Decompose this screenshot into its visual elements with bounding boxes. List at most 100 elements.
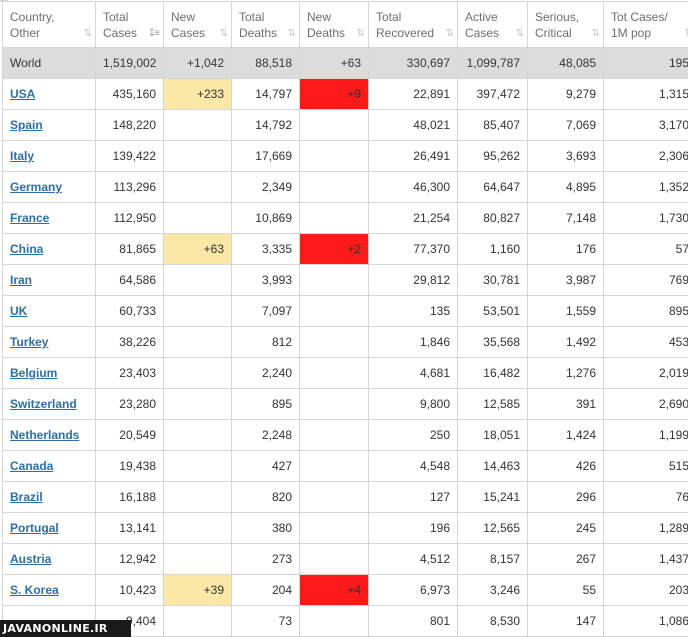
- cell-new-deaths: +2: [299, 233, 369, 265]
- table-row: Brazil 16,188 820 127 15,241 296 76: [2, 481, 688, 513]
- column-header-total-recovered[interactable]: Total Recovered ⇅: [368, 1, 458, 48]
- cell-country: USA: [2, 78, 96, 110]
- country-link[interactable]: Brazil: [10, 490, 43, 504]
- cell-new-cases: +39: [163, 574, 232, 606]
- country-link[interactable]: China: [10, 242, 43, 256]
- cell-total-recovered: 135: [368, 295, 458, 327]
- country-link[interactable]: Switzerland: [10, 397, 77, 411]
- column-header-country[interactable]: Country, Other ⇅: [2, 1, 96, 48]
- cell-active-cases: 397,472: [457, 78, 528, 110]
- country-link[interactable]: UK: [10, 304, 27, 318]
- column-header-label-line2: 1M pop: [611, 25, 652, 40]
- cell-total-cases: 81,865: [95, 233, 164, 265]
- column-header-total-cases[interactable]: Total Cases ↧≡: [95, 1, 164, 48]
- cell-country: UK: [2, 295, 96, 327]
- cell-active-cases: 3,246: [457, 574, 528, 606]
- sort-icon[interactable]: ⇅: [446, 26, 455, 42]
- country-link[interactable]: Iran: [10, 273, 32, 287]
- country-link[interactable]: Canada: [10, 459, 53, 473]
- sort-icon[interactable]: ⇅: [220, 26, 229, 42]
- cell-active-cases: 16,482: [457, 357, 528, 389]
- cell-country: Iran: [2, 264, 96, 296]
- sort-desc-icon[interactable]: ↧≡: [148, 26, 160, 42]
- cell-total-deaths: 3,993: [231, 264, 300, 296]
- cell-total-deaths: 17,669: [231, 140, 300, 172]
- cell-total-cases: 139,422: [95, 140, 164, 172]
- sort-icon[interactable]: ⇅: [516, 26, 525, 42]
- cell-total-deaths: 2,248: [231, 419, 300, 451]
- column-header-label-line1: Serious,: [535, 9, 580, 24]
- country-link[interactable]: Spain: [10, 118, 43, 132]
- country-link[interactable]: Austria: [10, 552, 51, 566]
- cell-cases-per-1m: 1,086: [603, 605, 688, 637]
- cell-new-deaths: [299, 202, 369, 234]
- covid-stats-table: Country, Other ⇅ Total Cases ↧≡ New Cases ⇅ Total…: [2, 1, 688, 637]
- cell-new-cases: [163, 419, 232, 451]
- sort-icon[interactable]: ⇅: [288, 26, 297, 42]
- country-link[interactable]: Turkey: [10, 335, 48, 349]
- column-header-label-line1: Country,: [10, 9, 55, 24]
- country-link[interactable]: Netherlands: [10, 428, 79, 442]
- country-link[interactable]: USA: [10, 87, 35, 101]
- sort-icon[interactable]: ⇅: [357, 26, 366, 42]
- column-header-label-line1: New: [307, 9, 332, 24]
- cell-new-cases: [163, 512, 232, 544]
- cell-new-cases: [163, 450, 232, 482]
- table-body: World 1,519,002 +1,042 88,518 +63 330,697 1,09…: [2, 47, 688, 637]
- cell-country: Italy: [2, 140, 96, 172]
- cell-new-cases: [163, 326, 232, 358]
- cell-total-recovered: 77,370: [368, 233, 458, 265]
- cell-total-recovered: 6,973: [368, 574, 458, 606]
- cell-new-deaths: [299, 140, 369, 172]
- country-link[interactable]: France: [10, 211, 49, 225]
- column-header-total-deaths[interactable]: Total Deaths ⇅: [231, 1, 300, 48]
- cell-country: Austria: [2, 543, 96, 575]
- cell-country: S. Korea: [2, 574, 96, 606]
- column-header-new-deaths[interactable]: New Deaths ⇅: [299, 1, 369, 48]
- cell-serious-critical: 7,069: [527, 109, 604, 141]
- cell-new-deaths: [299, 109, 369, 141]
- cell-total-deaths: 7,097: [231, 295, 300, 327]
- country-link[interactable]: Belgium: [10, 366, 57, 380]
- column-header-active-cases[interactable]: Active Cases ⇅: [457, 1, 528, 48]
- watermark: JAVANONLINE.IR: [0, 620, 131, 637]
- cell-serious-critical: 426: [527, 450, 604, 482]
- cell-country: Portugal: [2, 512, 96, 544]
- cell-new-deaths: [299, 605, 369, 637]
- column-header-cases-per-1m[interactable]: Tot Cases/1M pop ⇅: [603, 1, 688, 48]
- sort-icon[interactable]: ⇅: [84, 26, 93, 42]
- country-link[interactable]: Portugal: [10, 521, 59, 535]
- cell-total-recovered: 26,491: [368, 140, 458, 172]
- column-header-label-line2: Deaths: [239, 25, 278, 40]
- column-header-serious-critical[interactable]: Serious, Critical ⇅: [527, 1, 604, 48]
- cell-total-recovered: 1,846: [368, 326, 458, 358]
- cell-active-cases: 35,568: [457, 326, 528, 358]
- cell-total-deaths: 895: [231, 388, 300, 420]
- country-link[interactable]: Italy: [10, 149, 34, 163]
- cell-serious-critical: 1,492: [527, 326, 604, 358]
- cell-country: Turkey: [2, 326, 96, 358]
- column-header-label-line1: Total: [376, 9, 402, 24]
- column-header-new-cases[interactable]: New Cases ⇅: [163, 1, 232, 48]
- cell-cases-per-1m: 76: [603, 481, 688, 513]
- country-link[interactable]: Germany: [10, 180, 62, 194]
- table-row: USA 435,160 +233 14,797 +9 22,891 397,472 9,279…: [2, 78, 688, 110]
- cell-new-deaths: [299, 295, 369, 327]
- cell-serious-critical: 391: [527, 388, 604, 420]
- cell-new-cases: +233: [163, 78, 232, 110]
- cell-country: France: [2, 202, 96, 234]
- cell-total-deaths: 812: [231, 326, 300, 358]
- cell-cases-per-1m: 895: [603, 295, 688, 327]
- table-row: UK 60,733 7,097 135 53,501 1,559 895: [2, 295, 688, 327]
- sort-icon[interactable]: ⇅: [685, 26, 688, 42]
- country-link[interactable]: S. Korea: [10, 583, 59, 597]
- cell-new-deaths: [299, 171, 369, 203]
- cell-active-cases: 64,647: [457, 171, 528, 203]
- column-header-label-line2: Cases: [171, 25, 206, 40]
- table-row: Austria 12,942 273 4,512 8,157 267 1,437: [2, 543, 688, 575]
- sort-icon[interactable]: ⇅: [592, 26, 601, 42]
- cell-serious-critical: 1,276: [527, 357, 604, 389]
- cell-new-cases: [163, 140, 232, 172]
- cell-total-cases: 10,423: [95, 574, 164, 606]
- cell-cases-per-1m: 769: [603, 264, 688, 296]
